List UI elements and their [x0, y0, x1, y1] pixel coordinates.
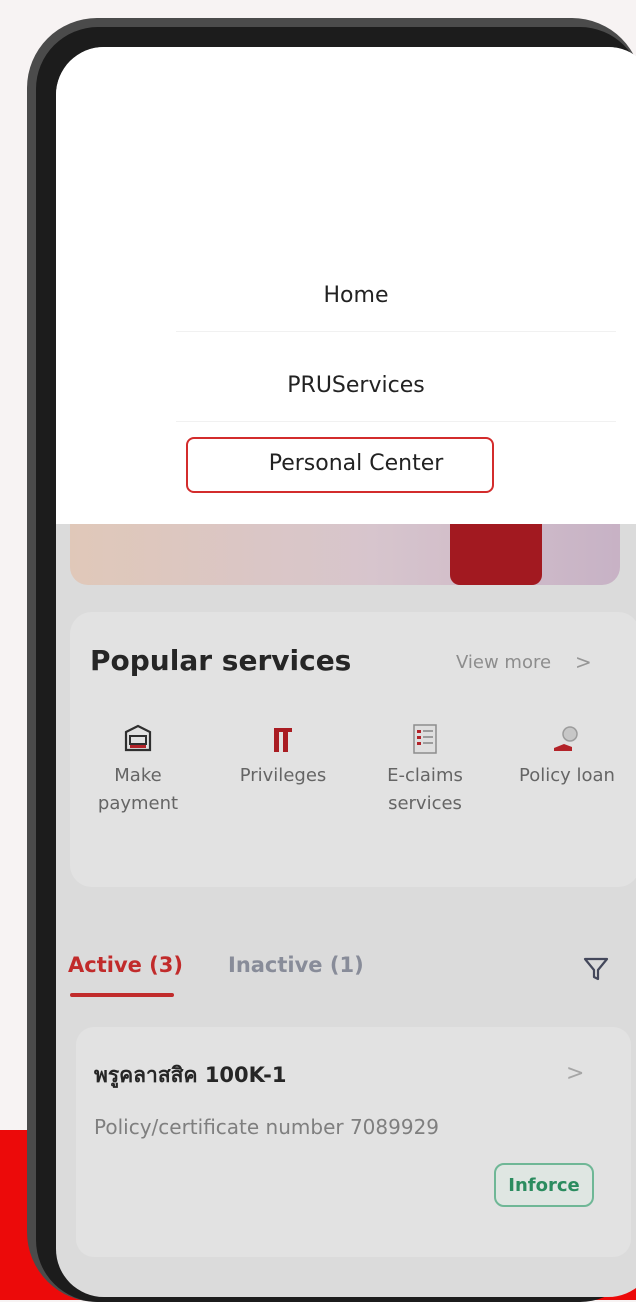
phone-bezel: Popular services View more > Make paymen… [36, 27, 636, 1302]
phone-screen: Popular services View more > Make paymen… [56, 47, 636, 1297]
highlight-box [186, 437, 494, 493]
menu-item-home[interactable]: Home [56, 283, 636, 308]
menu-divider [176, 331, 616, 332]
navigation-menu: Home PRUServices Personal Center [56, 47, 636, 524]
menu-item-pruservices[interactable]: PRUServices [56, 373, 636, 398]
menu-divider [176, 421, 616, 422]
phone-frame: Popular services View more > Make paymen… [27, 18, 636, 1302]
